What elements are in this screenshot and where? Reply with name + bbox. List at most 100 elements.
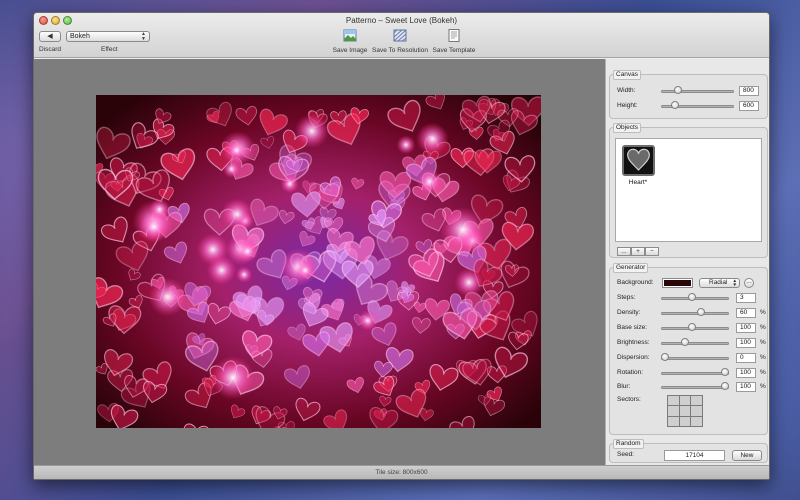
percent-unit: % [760,309,766,316]
select-arrows-icon: ▲ ▼ [141,31,146,42]
save-image-label: Save Image [332,47,368,54]
generator-slider[interactable] [661,386,729,389]
generator-slider-knob[interactable] [688,323,696,331]
generator-value-field[interactable]: 100 [736,382,756,392]
heart-icon [627,148,650,171]
background-color-well[interactable] [662,278,693,288]
sector-cell[interactable] [679,416,691,426]
bokeh-glow [439,206,486,253]
object-buttons: ... + − [617,247,659,256]
background-row: Background: Radial ▲ ▼ … [617,278,767,288]
effect-select-value: Bokeh [70,33,90,40]
generator-value-field[interactable]: 0 [736,353,756,363]
canvas-group-title: Canvas [613,70,642,80]
generator-row-label: Base size: [617,324,647,331]
generator-row: Density: 60% [617,308,767,318]
bokeh-glow [454,267,484,297]
generator-slider-knob[interactable] [721,368,729,376]
generator-slider-knob[interactable] [721,382,729,390]
save-to-resolution-label: Save To Resolution [372,47,428,54]
sector-cell[interactable] [691,416,702,426]
generator-row: Rotation: 100% [617,368,767,378]
generator-slider[interactable] [661,312,729,315]
save-to-resolution-button[interactable]: Save To Resolution [370,29,430,54]
sectors-row: Sectors: [617,395,767,429]
inspector-panel: Canvas Width: 800 Height: 600 Objects He… [605,59,769,465]
objects-group: Objects Heart* ... + − [609,123,768,258]
seed-field[interactable]: 17104 [664,450,725,461]
toolbar: Patterno – Sweet Love (Bokeh) ◀ Discard … [34,13,769,58]
effect-select[interactable]: Bokeh ▲ ▼ [66,31,150,42]
canvas-area [34,59,605,465]
sector-cell[interactable] [691,406,702,416]
generator-value-field[interactable]: 3 [736,293,756,303]
generator-slider[interactable] [661,372,729,375]
generator-row: Steps: 3 [617,293,767,303]
width-field[interactable]: 800 [739,86,759,96]
generator-slider-knob[interactable] [697,308,705,316]
sectors-grid[interactable] [667,395,703,427]
percent-unit: % [760,339,766,346]
object-item-label: Heart* [628,179,648,186]
object-item-heart[interactable] [622,145,655,176]
generator-value-field[interactable]: 100 [736,338,756,348]
generator-value-field[interactable]: 100 [736,368,756,378]
percent-unit: % [760,324,766,331]
percent-unit: % [760,383,766,390]
background-label: Background: [617,279,654,286]
object-options-button[interactable]: ... [617,247,631,256]
bokeh-glow [227,141,246,160]
sector-cell[interactable] [691,396,702,406]
width-row: Width: 800 [617,86,767,96]
generator-slider-knob[interactable] [661,353,669,361]
bokeh-glow [235,266,253,283]
save-image-button[interactable]: Save Image [332,29,368,54]
sector-cell[interactable] [668,396,679,406]
bokeh-hearts-pattern [96,95,541,428]
sector-cell[interactable] [679,406,691,416]
generator-row: Brightness: 100% [617,338,767,348]
generator-slider[interactable] [661,342,729,345]
width-label: Width: [617,87,636,94]
generator-row-label: Brightness: [617,339,650,346]
template-icon [448,29,460,42]
generator-value-field[interactable]: 60 [736,308,756,318]
width-slider-knob[interactable] [674,86,682,94]
bokeh-glow [280,174,299,194]
random-group: Random Seed: 17104 New [609,439,768,463]
select-arrows-icon: ▲ ▼ [732,278,737,287]
generator-row: Base size: 100% [617,323,767,333]
generator-slider-knob[interactable] [688,293,696,301]
window-title: Patterno – Sweet Love (Bokeh) [345,16,458,25]
add-object-button[interactable]: + [631,247,645,256]
generator-row-label: Rotation: [617,369,644,376]
bokeh-glow [221,198,254,231]
generator-row-label: Steps: [617,294,636,301]
bokeh-glow [206,255,237,285]
bokeh-glow [294,113,329,149]
generator-row: Blur: 100% [617,382,767,392]
generator-slider-knob[interactable] [680,338,689,346]
height-field[interactable]: 600 [739,101,759,111]
discard-button[interactable]: ◀ [39,31,61,42]
save-template-button[interactable]: Save Template [432,29,476,54]
background-mode-value: Radial [709,279,728,286]
width-slider[interactable] [661,90,734,93]
remove-object-button[interactable]: − [645,247,659,256]
background-color-swatch [664,280,691,286]
sector-cell[interactable] [668,406,679,416]
generator-row: Dispersion: 0% [617,353,767,363]
background-mode-select[interactable]: Radial ▲ ▼ [699,278,740,288]
bokeh-glow [357,310,378,331]
sector-cell[interactable] [679,396,691,406]
height-slider-knob[interactable] [670,101,679,109]
background-options-button[interactable]: … [744,278,754,288]
generator-slider[interactable] [661,357,729,360]
sector-cell[interactable] [668,416,679,426]
pattern-preview-image [96,95,541,428]
save-template-label: Save Template [432,47,476,54]
generator-value-field[interactable]: 100 [736,323,756,333]
seed-row: Seed: 17104 New [617,450,767,461]
generator-row-label: Blur: [617,383,631,390]
new-seed-button[interactable]: New [732,450,762,461]
